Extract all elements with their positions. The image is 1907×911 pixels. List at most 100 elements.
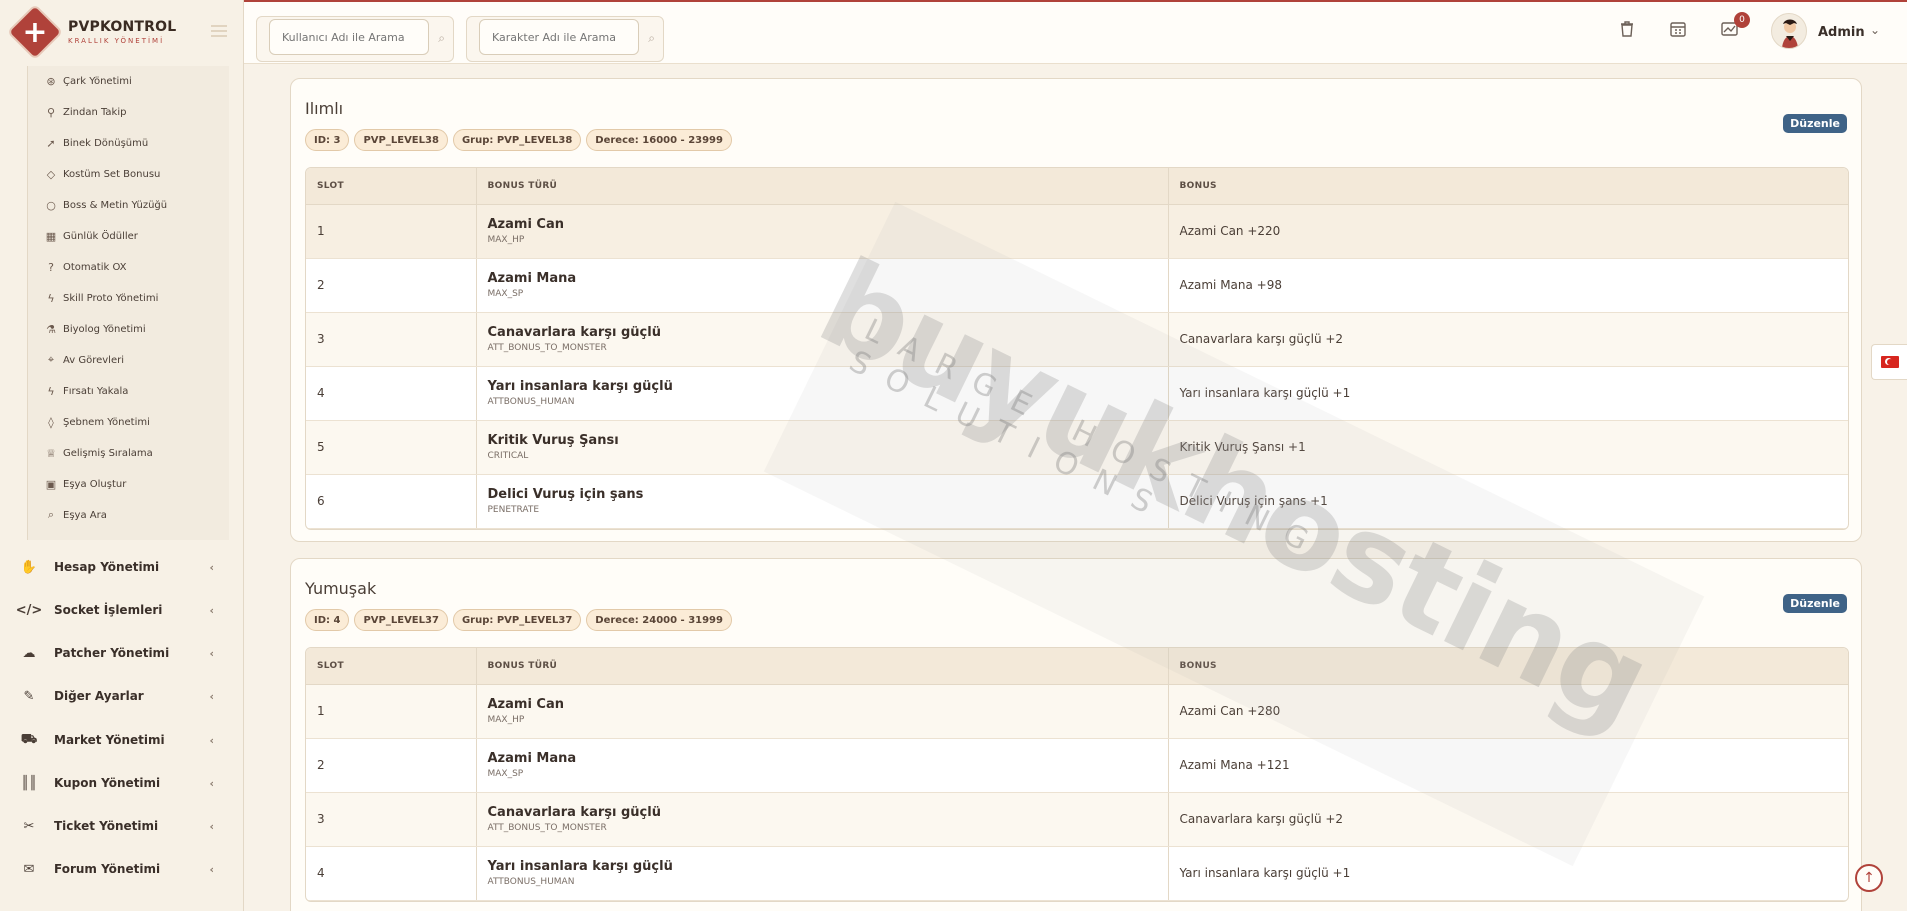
- bonus-cell: Azami Mana +98: [1168, 258, 1848, 313]
- submenu-item-sebnem[interactable]: ◊ Şebnem Yönetimi: [44, 412, 150, 432]
- bonus-name: Azami Mana: [487, 271, 577, 286]
- column-header-type: BONUS TÜRÜ: [476, 168, 1169, 205]
- submenu-item-ox[interactable]: ? Otomatik OX: [44, 257, 126, 277]
- bonus-name: Canavarlara karşı güçlü: [487, 805, 661, 820]
- brand-subtitle: KRALLIK YÖNETİMİ: [68, 37, 165, 45]
- type-cell: Yarı insanlara karşı güçlü ATTBONUS_HUMAN: [476, 846, 1169, 901]
- column-header-slot: SLOT: [306, 648, 477, 685]
- submenu-item-biyolog[interactable]: ⚗ Biyolog Yönetimi: [44, 319, 146, 339]
- paw-icon: ✋: [20, 559, 38, 575]
- submenu-item-cark[interactable]: ⊛ Çark Yönetimi: [44, 71, 131, 91]
- barcode-icon: ║║: [21, 775, 37, 791]
- bolt-icon: ϟ: [47, 384, 55, 398]
- slot-cell: 3: [306, 312, 477, 367]
- submenu-item-zindan[interactable]: ⚲ Zindan Takip: [44, 102, 127, 122]
- submenu-item-siralama[interactable]: ♕ Gelişmiş Sıralama: [44, 443, 153, 463]
- drop-icon: ◊: [48, 415, 54, 429]
- type-cell: Azami Mana MAX_SP: [476, 738, 1169, 793]
- slot-cell: 5: [306, 420, 477, 475]
- slot-cell: 1: [306, 684, 477, 739]
- type-cell: Yarı insanlara karşı güçlü ATTBONUS_HUMAN: [476, 366, 1169, 421]
- chevron-left-icon: ‹: [209, 776, 214, 790]
- bonus-cell: Azami Can +220: [1168, 204, 1848, 259]
- badge-list: ID: 4 PVP_LEVEL37 Grup: PVP_LEVEL37 Dere…: [305, 609, 732, 631]
- submenu-item-esya-ara[interactable]: ⌕ Eşya Ara: [44, 505, 107, 525]
- table-row: 5 Kritik Vuruş Şansı CRITICAL Kritik Vuru…: [306, 420, 1848, 475]
- menu-item-forum[interactable]: ✉ Forum Yönetimi ‹: [20, 854, 226, 884]
- ring-icon: ○: [46, 198, 56, 212]
- table-row: 3 Canavarlara karşı güçlü ATT_BONUS_TO_MO…: [306, 312, 1848, 367]
- bonus-code: MAX_HP: [487, 235, 525, 245]
- language-switcher[interactable]: [1871, 344, 1907, 380]
- bonus-card: Ilımlı Düzenle ID: 3 PVP_LEVEL38 Grup: P…: [290, 78, 1862, 542]
- bonus-name: Canavarlara karşı güçlü: [487, 325, 661, 340]
- table-row: 4 Yarı insanlara karşı güçlü ATTBONUS_HUM…: [306, 366, 1848, 421]
- map-pin-icon: ⚲: [46, 105, 56, 119]
- type-cell: Azami Mana MAX_SP: [476, 258, 1169, 313]
- slot-cell: 2: [306, 258, 477, 313]
- search-icon[interactable]: ⌕: [438, 31, 445, 46]
- bonus-cell: Azami Mana +121: [1168, 738, 1848, 793]
- menu-item-ticket[interactable]: ✂ Ticket Yönetimi ‹: [20, 811, 226, 841]
- group-badge: Grup: PVP_LEVEL37: [452, 609, 582, 631]
- submenu-item-av[interactable]: ⌖ Av Görevleri: [44, 350, 124, 370]
- column-header-type: BONUS TÜRÜ: [476, 648, 1169, 685]
- ticket-icon: ✂: [23, 818, 35, 834]
- user-search-input[interactable]: [269, 19, 429, 55]
- menu-item-socket[interactable]: </> Socket İşlemleri ‹: [15, 595, 226, 625]
- column-header-bonus: BONUS: [1168, 648, 1848, 685]
- chevron-down-icon[interactable]: ⌄: [1870, 23, 1880, 37]
- avatar[interactable]: [1771, 13, 1807, 49]
- brand[interactable]: + PVPKONTROL KRALLIK YÖNETİMİ: [0, 0, 243, 64]
- brand-title: PVPKONTROL: [68, 19, 177, 35]
- slot-cell: 4: [306, 846, 477, 901]
- menu-item-market[interactable]: ⛟ Market Yönetimi ‹: [20, 725, 226, 755]
- bonus-cell: Canavarlara karşı güçlü +2: [1168, 312, 1848, 367]
- submenu-item-boss[interactable]: ○ Boss & Metin Yüzüğü: [44, 195, 167, 215]
- menu-item-kupon[interactable]: ║║ Kupon Yönetimi ‹: [20, 768, 226, 798]
- submenu-item-binek[interactable]: ➚ Binek Dönüşümü: [44, 133, 148, 153]
- submenu-item-gunluk[interactable]: ▦ Günlük Ödüller: [44, 226, 138, 246]
- bonus-name: Kritik Vuruş Şansı: [487, 433, 619, 448]
- sidebar-toggle-icon[interactable]: [211, 25, 227, 37]
- search-icon: ⌕: [47, 508, 55, 521]
- bonus-code: ATT_BONUS_TO_MONSTER: [487, 823, 607, 833]
- calendar-icon[interactable]: [1667, 18, 1689, 40]
- slot-cell: 2: [306, 738, 477, 793]
- edit-button[interactable]: Düzenle: [1783, 594, 1847, 613]
- code-icon: </>: [15, 602, 43, 618]
- brand-logo-icon: +: [9, 6, 61, 58]
- edit-button[interactable]: Düzenle: [1783, 114, 1847, 133]
- menu-item-diger[interactable]: ✎ Diğer Ayarlar ‹: [20, 681, 226, 711]
- char-search-input[interactable]: [479, 19, 639, 55]
- gem-icon: ◇: [46, 167, 56, 181]
- menu-item-hesap[interactable]: ✋ Hesap Yönetimi ‹: [20, 552, 226, 582]
- type-cell: Canavarlara karşı güçlü ATT_BONUS_TO_MONS…: [476, 792, 1169, 847]
- table-row: 3 Canavarlara karşı güçlü ATT_BONUS_TO_MO…: [306, 792, 1848, 847]
- menu-item-patcher[interactable]: ☁ Patcher Yönetimi ‹: [20, 638, 226, 668]
- column-header-slot: SLOT: [306, 168, 477, 205]
- search-icon[interactable]: ⌕: [648, 31, 655, 46]
- table-row: 4 Yarı insanlara karşı güçlü ATTBONUS_HUM…: [306, 846, 1848, 901]
- flask-icon: ⚗: [46, 322, 56, 336]
- submenu-item-kostum[interactable]: ◇ Kostüm Set Bonusu: [44, 164, 161, 184]
- bonus-code: MAX_SP: [487, 769, 524, 779]
- submenu-item-esya-olustur[interactable]: ▣ Eşya Oluştur: [44, 474, 127, 494]
- turkey-flag-icon: [1880, 356, 1899, 368]
- sidebar: + PVPKONTROL KRALLIK YÖNETİMİ ⊛ Çark Yöne…: [0, 0, 244, 911]
- comments-icon: ✉: [23, 861, 35, 877]
- bonus-name: Azami Can: [487, 217, 565, 232]
- bonus-code: CRITICAL: [487, 451, 529, 461]
- trash-icon[interactable]: [1616, 18, 1638, 40]
- user-name[interactable]: Admin: [1818, 25, 1865, 40]
- bonus-card: Yumuşak Düzenle ID: 4 PVP_LEVEL37 Grup: …: [290, 558, 1862, 911]
- wheel-icon: ⊛: [46, 74, 56, 88]
- crosshair-icon: ⌖: [47, 353, 55, 366]
- table-row: 1 Azami Can MAX_HP Azami Can +220: [306, 204, 1848, 259]
- scroll-to-top-button[interactable]: ↑: [1855, 864, 1883, 892]
- chevron-left-icon: ‹: [209, 819, 214, 833]
- id-badge: ID: 4: [305, 609, 350, 631]
- submenu-item-skill[interactable]: ϟ Skill Proto Yönetimi: [44, 288, 158, 308]
- notification-badge: 0: [1734, 12, 1750, 28]
- submenu-item-firsat[interactable]: ϟ Fırsatı Yakala: [44, 381, 128, 401]
